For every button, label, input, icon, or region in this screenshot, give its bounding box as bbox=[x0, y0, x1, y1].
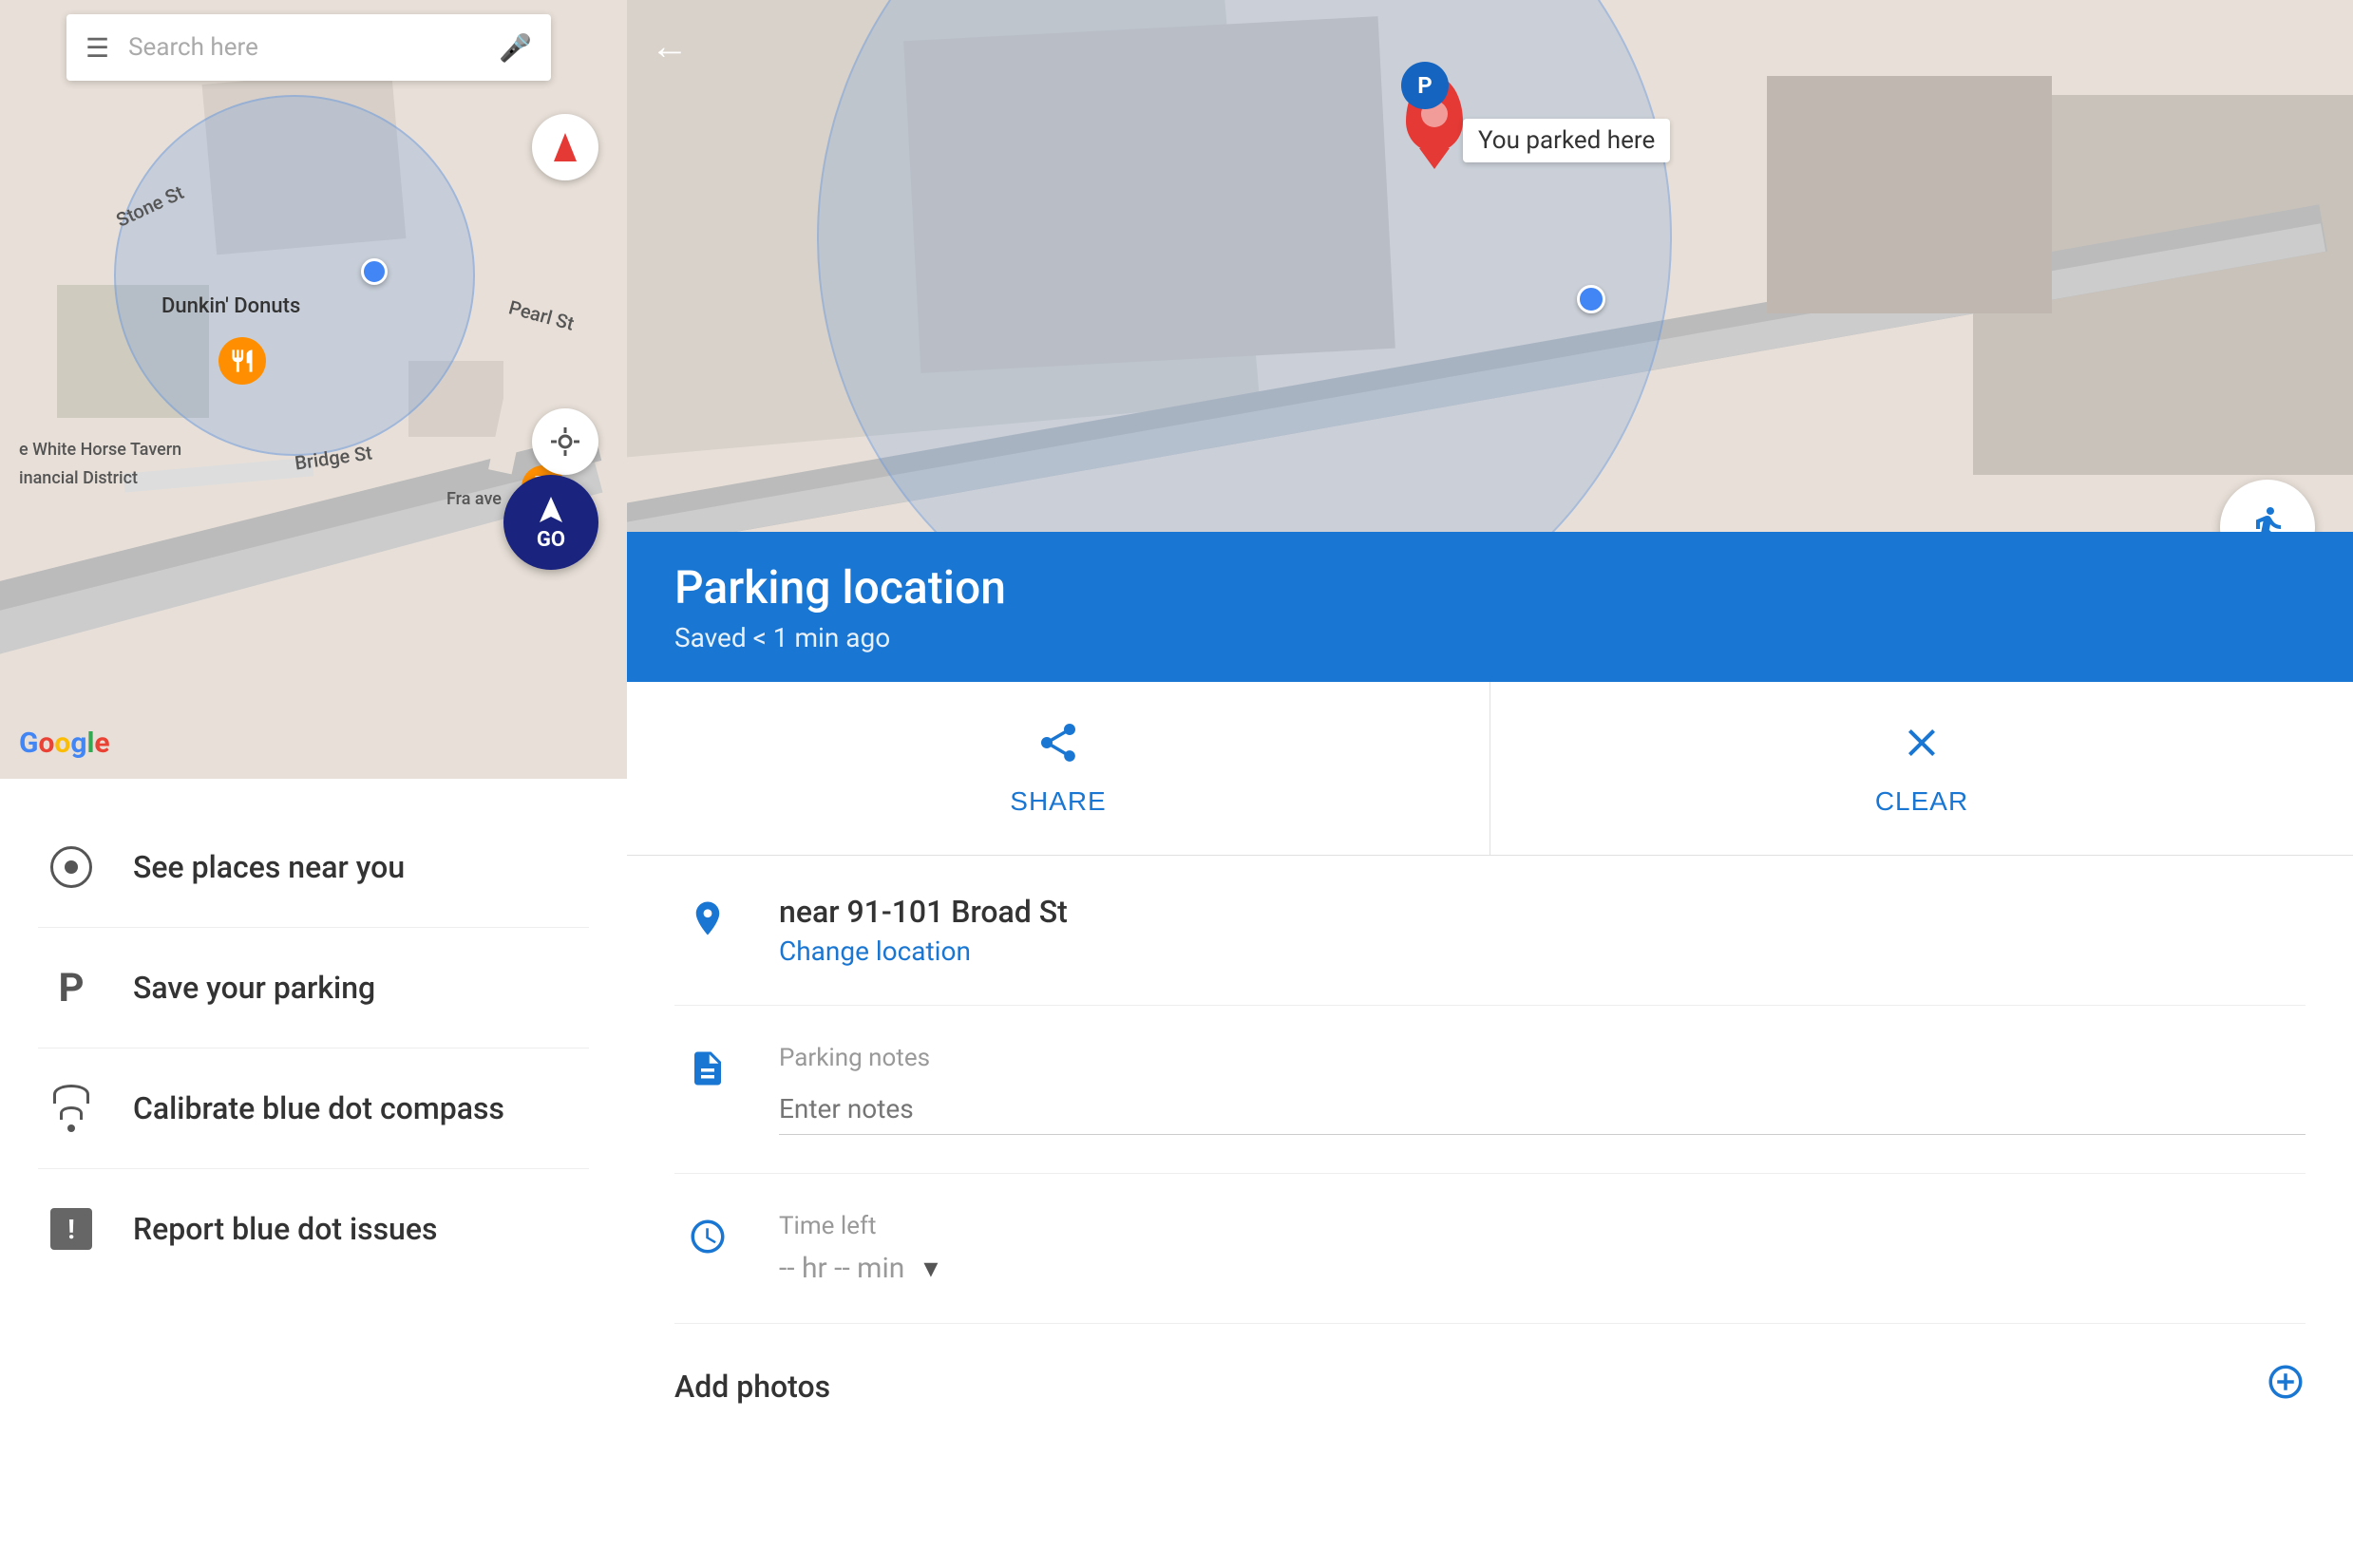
time-content: Time left -- hr -- min ▾ bbox=[779, 1212, 2306, 1285]
notes-input[interactable] bbox=[779, 1084, 2306, 1135]
dunkin-donuts-label: Dunkin' Donuts bbox=[161, 294, 300, 318]
microphone-icon[interactable]: 🎤 bbox=[499, 32, 532, 64]
r-user-location-dot bbox=[1577, 285, 1605, 313]
menu-item-parking[interactable]: P Save your parking bbox=[38, 928, 589, 1048]
address-detail-row: near 91-101 Broad St Change location bbox=[674, 856, 2306, 1006]
parking-info-bar: Parking location Saved < 1 min ago bbox=[627, 532, 2353, 682]
time-value: -- hr -- min bbox=[779, 1252, 904, 1285]
radius-circle bbox=[114, 95, 475, 456]
parked-here-label: You parked here bbox=[1463, 119, 1670, 162]
clear-icon bbox=[1899, 720, 1945, 775]
menu-item-report[interactable]: ! Report blue dot issues bbox=[38, 1169, 589, 1289]
address-text: near 91-101 Broad St bbox=[779, 894, 2306, 930]
dunkin-donuts-marker[interactable] bbox=[218, 337, 266, 385]
notes-icon bbox=[688, 1048, 728, 1088]
parking-notes-label: Parking notes bbox=[779, 1044, 2306, 1072]
left-map: ☰ Search here 🎤 GO bbox=[0, 0, 627, 779]
share-icon bbox=[1035, 720, 1081, 775]
report-icon-wrap-outer: ! bbox=[38, 1196, 104, 1262]
parking-badge-p: P bbox=[1401, 62, 1449, 109]
saved-time-subtitle: Saved < 1 min ago bbox=[674, 622, 2306, 653]
change-location-link[interactable]: Change location bbox=[779, 935, 2306, 967]
location-ring-inner bbox=[65, 860, 78, 874]
add-photos-text: Add photos bbox=[674, 1369, 2266, 1405]
bottom-menu-list: See places near you P Save your parking … bbox=[0, 779, 627, 1568]
address-content: near 91-101 Broad St Change location bbox=[779, 894, 2306, 967]
report-label: Report blue dot issues bbox=[133, 1211, 437, 1247]
parking-location-title: Parking location bbox=[674, 560, 2306, 614]
go-button-label: GO bbox=[537, 528, 565, 552]
clear-button[interactable]: CLEAR bbox=[1490, 682, 2353, 855]
compass-wifi-icon bbox=[53, 1085, 89, 1132]
wifi-dot bbox=[67, 1124, 75, 1132]
location-ring-icon bbox=[50, 846, 92, 888]
notes-content: Parking notes bbox=[779, 1044, 2306, 1135]
places-label: See places near you bbox=[133, 849, 405, 885]
action-buttons-row: SHARE CLEAR bbox=[627, 682, 2353, 856]
compass-icon-wrap bbox=[38, 1075, 104, 1142]
clear-svg-icon bbox=[1899, 720, 1945, 765]
time-detail-row: Time left -- hr -- min ▾ bbox=[674, 1174, 2306, 1324]
location-pin-icon bbox=[688, 898, 728, 938]
right-map: P You parked here ← bbox=[627, 0, 2353, 532]
menu-item-compass[interactable]: Calibrate blue dot compass bbox=[38, 1048, 589, 1169]
financial-district-label: inancial District bbox=[19, 468, 138, 488]
time-row: -- hr -- min ▾ bbox=[779, 1252, 2306, 1285]
parking-label: Save your parking bbox=[133, 970, 375, 1006]
share-button[interactable]: SHARE bbox=[627, 682, 1490, 855]
left-panel: ☰ Search here 🎤 GO bbox=[0, 0, 627, 1568]
search-placeholder[interactable]: Search here bbox=[128, 33, 499, 62]
report-icon: ! bbox=[50, 1208, 92, 1250]
r-blue-region bbox=[817, 0, 1672, 532]
user-location-dot bbox=[361, 258, 388, 285]
walking-directions-button[interactable] bbox=[2220, 480, 2315, 532]
compass-menu-label: Calibrate blue dot compass bbox=[133, 1090, 504, 1126]
wifi-arc-1 bbox=[53, 1085, 89, 1104]
white-horse-label: e White Horse Tavern bbox=[19, 440, 181, 460]
r-block-4 bbox=[1767, 76, 2052, 313]
share-svg-icon bbox=[1035, 720, 1081, 765]
clear-button-label: CLEAR bbox=[1875, 786, 1968, 817]
parking-details-section: near 91-101 Broad St Change location Par… bbox=[627, 856, 2353, 1568]
places-icon-wrap bbox=[38, 834, 104, 900]
location-pin-icon-wrap bbox=[674, 894, 741, 938]
right-panel: P You parked here ← Parking location Sav… bbox=[627, 0, 2353, 1568]
compass-arrow-icon bbox=[554, 133, 577, 161]
add-photos-row: Add photos bbox=[674, 1324, 2306, 1449]
location-target-icon bbox=[548, 425, 582, 459]
notes-icon-wrap bbox=[674, 1044, 741, 1088]
add-photos-icon[interactable] bbox=[2266, 1362, 2306, 1411]
search-bar[interactable]: ☰ Search here 🎤 bbox=[66, 14, 551, 81]
compass-button[interactable] bbox=[532, 114, 598, 180]
menu-item-places[interactable]: See places near you bbox=[38, 807, 589, 928]
wifi-arc-2 bbox=[60, 1106, 83, 1120]
share-button-label: SHARE bbox=[1010, 786, 1106, 817]
restaurant-icon bbox=[229, 348, 256, 374]
add-photo-icon bbox=[2266, 1362, 2306, 1402]
my-location-button[interactable] bbox=[532, 408, 598, 475]
clock-icon-wrap bbox=[674, 1212, 741, 1256]
parking-icon-wrap: P bbox=[38, 954, 104, 1021]
time-left-label: Time left bbox=[779, 1212, 2306, 1240]
fra-label: Fra­ ave bbox=[446, 489, 502, 509]
hamburger-icon[interactable]: ☰ bbox=[85, 32, 109, 64]
parking-p-icon: P bbox=[58, 965, 84, 1011]
walking-icon bbox=[2245, 504, 2290, 532]
go-navigation-button[interactable]: GO bbox=[503, 475, 598, 570]
navigation-icon bbox=[534, 494, 568, 528]
notes-detail-row: Parking notes bbox=[674, 1006, 2306, 1174]
google-logo: Google bbox=[19, 727, 110, 760]
time-dropdown-arrow[interactable]: ▾ bbox=[923, 1252, 938, 1285]
clock-icon bbox=[688, 1217, 728, 1256]
back-button[interactable]: ← bbox=[651, 24, 689, 68]
